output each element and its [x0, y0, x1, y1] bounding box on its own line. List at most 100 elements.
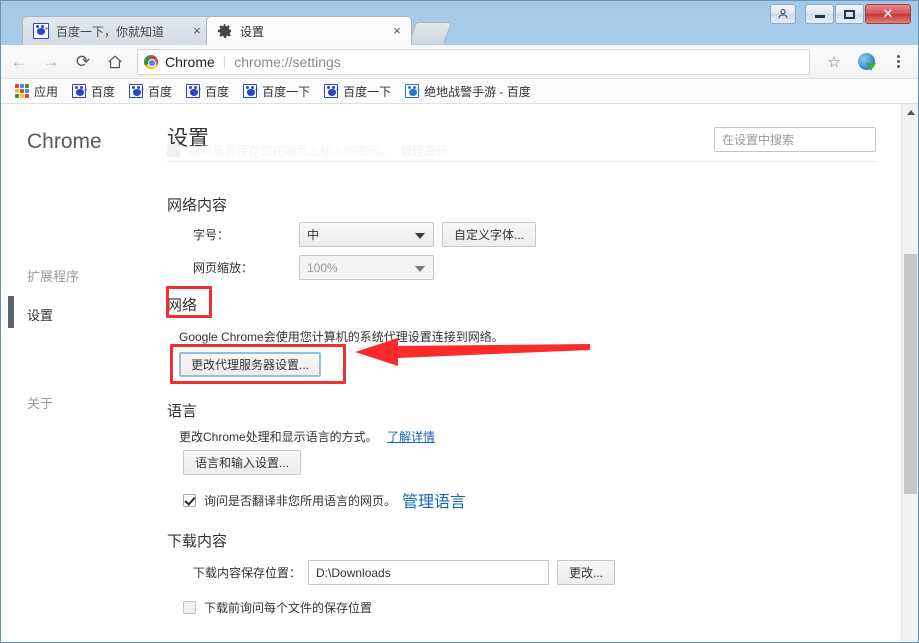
translate-checkbox-label: 询问是否翻译非您所用语言的网页。	[204, 493, 397, 508]
download-extension-icon[interactable]	[852, 48, 880, 76]
bookmark-item[interactable]: 绝地战警手游 - 百度	[399, 81, 537, 101]
extension-globe-icon	[857, 53, 876, 71]
font-size-value: 中	[307, 228, 320, 242]
bookmark-item[interactable]: 百度	[123, 81, 178, 101]
section-title-network: 网络	[167, 297, 198, 314]
ask-save-location-checkbox[interactable]	[183, 601, 196, 614]
download-location-input[interactable]: D:\Downloads	[308, 560, 550, 585]
network-description: Google Chrome会使用您计算机的系统代理设置连接到网络。	[179, 330, 504, 344]
translate-checkbox-row[interactable]: 询问是否翻译非您所用语言的网页。 管理语言	[183, 488, 466, 512]
close-button[interactable]: ✕	[865, 4, 911, 24]
proxy-row: 更改代理服务器设置...	[179, 352, 322, 377]
bookmark-star-icon[interactable]: ☆	[820, 48, 848, 76]
person-icon	[771, 5, 795, 23]
maximize-button[interactable]	[835, 4, 864, 24]
sidebar-selection-indicator	[8, 296, 14, 328]
language-and-input-settings-button[interactable]: 语言和输入设置...	[183, 450, 302, 475]
baidu-paw-icon	[33, 23, 49, 39]
ghost-manage-passwords-link: 管理密码	[400, 144, 449, 158]
manage-languages-link[interactable]: 管理语言	[402, 488, 466, 512]
chevron-down-icon	[415, 265, 425, 272]
baidu-paw-icon	[186, 84, 201, 98]
language-description: 更改Chrome处理和显示语言的方式。	[179, 430, 378, 444]
bookmark-label: 百度	[148, 84, 173, 99]
address-bar[interactable]: Chrome | chrome://settings	[137, 48, 810, 75]
customize-fonts-button[interactable]: 自定义字体...	[442, 222, 537, 247]
page-zoom-row: 网页缩放： 100%	[193, 255, 434, 280]
sidebar-item-settings[interactable]: 设置	[27, 305, 53, 324]
font-size-row: 字号： 中 自定义字体...	[193, 222, 537, 247]
maximize-icon	[836, 5, 863, 23]
baidu-bear-icon	[405, 84, 420, 98]
window-caption-buttons: ✕	[769, 3, 911, 25]
bookmark-item[interactable]: 百度一下	[237, 81, 316, 101]
omnibox-security-label: Chrome	[165, 53, 215, 70]
chrome-brand-label: Chrome	[27, 130, 102, 153]
browser-toolbar: ← → ⟳ Chrome | chrome://settings ☆	[1, 45, 918, 79]
download-location-row: 下载内容保存位置： D:\Downloads 更改...	[193, 560, 616, 585]
download-location-value: D:\Downloads	[316, 565, 391, 580]
baidu-paw-icon	[324, 84, 339, 98]
baidu-paw-icon	[129, 84, 144, 98]
ghost-password-row: 询问是否保存您在网页上输入的密码。 管理密码	[167, 140, 876, 162]
chevron-up-icon	[906, 110, 915, 115]
home-icon[interactable]	[101, 48, 129, 76]
omnibox-separator: |	[222, 54, 227, 69]
bookmark-label: 绝地战警手游 - 百度	[424, 84, 531, 99]
sidebar-item-extensions[interactable]: 扩展程序	[27, 266, 79, 285]
ask-save-location-label: 下载前询问每个文件的保存位置	[204, 601, 373, 615]
three-dot-menu-icon[interactable]	[884, 48, 912, 76]
page-zoom-label: 网页缩放：	[193, 261, 254, 275]
content-scrollbar[interactable]	[901, 104, 918, 642]
tab-baidu[interactable]: 百度一下，你就知道 ×	[22, 16, 212, 45]
page-zoom-value: 100%	[307, 260, 338, 275]
forward-icon[interactable]: →	[37, 48, 65, 76]
learn-more-link[interactable]: 了解详情	[387, 430, 435, 444]
star-glyph: ☆	[827, 53, 841, 71]
browser-window: 百度一下，你就知道 × 设置 × ✕ ← → ⟳ Chrome | chrome…	[0, 0, 919, 643]
ghost-checkbox-icon	[167, 144, 180, 157]
menu-dots	[896, 55, 900, 68]
new-tab-button[interactable]	[407, 22, 453, 44]
minimize-icon	[806, 5, 833, 23]
section-title-downloads: 下载内容	[167, 533, 228, 550]
tab-close-icon[interactable]: ×	[389, 23, 405, 39]
change-proxy-settings-button[interactable]: 更改代理服务器设置...	[179, 352, 322, 377]
baidu-paw-icon	[243, 84, 258, 98]
bookmark-label: 应用	[34, 84, 59, 99]
section-title-web-content: 网络内容	[167, 197, 228, 214]
bookmark-item[interactable]: 百度	[180, 81, 235, 101]
close-icon: ✕	[882, 6, 894, 21]
settings-page: Chrome 扩展程序 设置 关于 设置 在设置中搜索 询问是否保存您在网页上输…	[1, 104, 918, 642]
sidebar-item-about[interactable]: 关于	[27, 393, 53, 412]
chevron-down-icon	[415, 232, 425, 239]
change-download-location-button[interactable]: 更改...	[557, 560, 616, 585]
tab-label: 设置	[240, 24, 265, 39]
bookmark-label: 百度	[91, 84, 116, 99]
settings-main-panel: 设置 在设置中搜索 询问是否保存您在网页上输入的密码。 管理密码 网络内容 字号…	[153, 104, 901, 642]
settings-sidebar: Chrome 扩展程序 设置 关于	[1, 104, 153, 642]
bookmarks-bar: 应用 百度 百度 百度 百度一下 百度一下 绝地战警手游 - 百度	[1, 79, 918, 104]
user-account-button[interactable]	[770, 4, 796, 24]
tab-settings[interactable]: 设置 ×	[206, 16, 412, 45]
bookmark-item[interactable]: 百度一下	[318, 81, 397, 101]
ask-save-location-row[interactable]: 下载前询问每个文件的保存位置	[183, 599, 372, 616]
page-zoom-select[interactable]: 100%	[299, 255, 434, 280]
language-settings-row: 语言和输入设置...	[183, 450, 302, 475]
scrollbar-up-button[interactable]	[902, 104, 918, 121]
reload-icon[interactable]: ⟳	[69, 48, 97, 76]
bookmark-label: 百度一下	[262, 84, 311, 99]
minimize-button[interactable]	[805, 4, 834, 24]
bookmark-item[interactable]: 百度	[66, 81, 121, 101]
scrollbar-thumb[interactable]	[904, 254, 917, 494]
tab-label: 百度一下，你就知道	[56, 24, 165, 39]
font-size-label: 字号：	[193, 228, 230, 242]
baidu-paw-icon	[72, 84, 87, 98]
bookmark-apps[interactable]: 应用	[9, 81, 64, 101]
ghost-row-text: 询问是否保存您在网页上输入的密码。	[188, 144, 393, 158]
back-icon[interactable]: ←	[5, 48, 33, 76]
translate-checkbox[interactable]	[183, 493, 196, 507]
section-title-language: 语言	[167, 403, 198, 420]
tab-close-icon[interactable]: ×	[189, 23, 205, 39]
font-size-select[interactable]: 中	[299, 222, 434, 247]
